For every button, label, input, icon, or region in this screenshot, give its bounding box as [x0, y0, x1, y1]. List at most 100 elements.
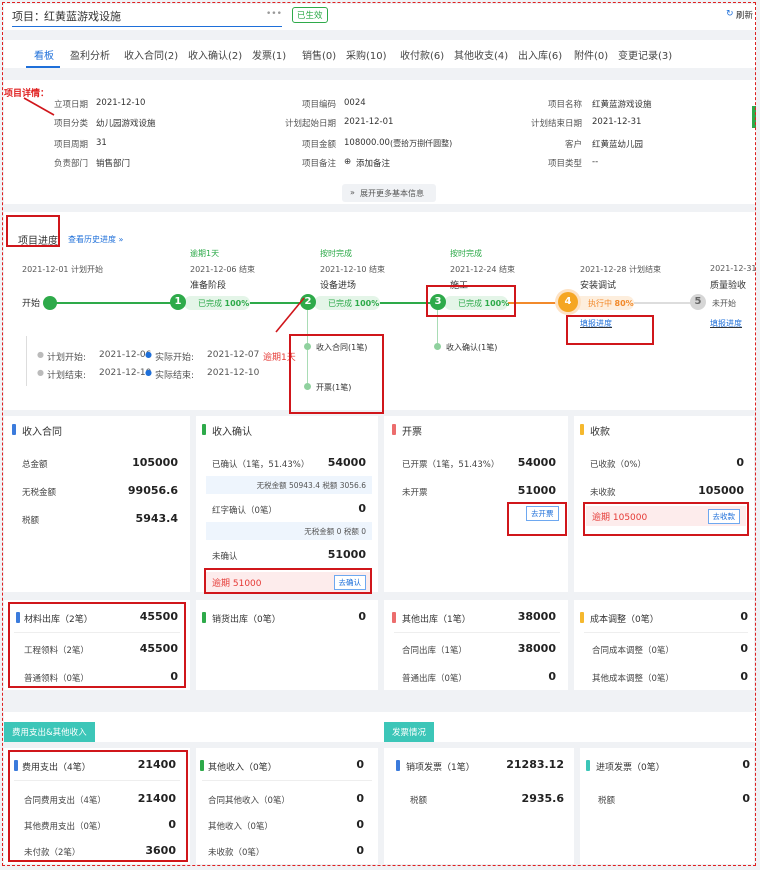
plan-start-label: 计划开始: [47, 353, 87, 363]
other-income-title: 其他收入（0笔） [208, 763, 277, 773]
tab-sales[interactable]: 销售(0) [302, 47, 336, 62]
other-out-contract-label: 合同出库（1笔） [402, 646, 467, 656]
expense-contract-label: 合同费用支出（4笔） [24, 796, 106, 806]
input-invoice-title: 进项发票（0笔） [596, 763, 665, 773]
stage2-sub1[interactable]: 收入合同(1笔) [316, 342, 367, 353]
plan-end-value: 2021-12-10 [99, 368, 152, 378]
add-remark-icon[interactable]: ⊕ [344, 157, 351, 167]
stage3-date: 2021-12-24 结束 [450, 265, 516, 274]
contract-color-bar [12, 424, 16, 435]
stage4-report-link[interactable]: 填报进度 [580, 318, 612, 329]
confirm-red-label: 红字确认（0笔） [212, 506, 277, 516]
label-setup-date: 立项日期 [53, 100, 88, 110]
stage2-sub2[interactable]: 开票(1笔) [316, 382, 351, 393]
refresh-button[interactable]: 刷新 [736, 9, 753, 21]
other-out-title: 其他出库（1笔） [402, 615, 471, 625]
confirm-done-detail: 无税金额 50943.4 税额 3056.6 [206, 476, 372, 494]
invoice-color-bar [392, 424, 396, 435]
card-receipt: 收款 已收款（0%） 0 未收款 105000 逾期 105000 去收款 [574, 416, 754, 592]
other-income-contract-value: 0 [356, 792, 364, 805]
label-department: 负责部门 [53, 159, 88, 169]
card-cost-adjust: 成本调整（0笔） 0 合同成本调整（0笔） 0 其他成本调整（0笔） 0 [574, 600, 754, 690]
go-receipt-button[interactable]: 去收款 [707, 509, 740, 524]
sales-invoice-tax-label: 税额 [410, 796, 428, 806]
receipt-done-value: 0 [736, 456, 744, 469]
value-setup-date: 2021-12-10 [96, 98, 146, 108]
expense-contract-value: 21400 [137, 792, 176, 805]
input-invoice-tax-label: 税额 [598, 796, 616, 806]
tab-attachment[interactable]: 附件(0) [574, 47, 608, 62]
plan-start-dot: ● [37, 350, 44, 359]
stage2-name: 设备进场 [320, 281, 357, 291]
add-remark-link[interactable]: 添加备注 [356, 157, 390, 169]
other-income-separator [202, 780, 372, 781]
cost-adjust-total: 0 [740, 610, 748, 623]
tab-payment[interactable]: 收付款(6) [400, 47, 444, 62]
value-category: 幼儿园游戏设施 [96, 119, 156, 129]
expand-info-label: 展开更多基本信息 [360, 189, 424, 198]
card-material-out: 材料出库（2笔） 45500 工程领料（2笔） 45500 普通领料（0笔） 0 [4, 600, 190, 690]
value-amount-words: (壹拾万捌仟圆整) [390, 139, 453, 148]
go-confirm-button[interactable]: 去确认 [333, 575, 366, 590]
expand-info-button[interactable]: » 展开更多基本信息 [342, 184, 436, 202]
sales-out-total: 0 [358, 610, 366, 623]
other-income-color-bar [200, 760, 204, 771]
tab-change-log[interactable]: 变更记录(3) [618, 47, 672, 62]
tab-profit[interactable]: 盈利分析 [70, 47, 110, 62]
tab-other-income-expense[interactable]: 其他收支(4) [454, 47, 508, 62]
tab-dashboard[interactable]: 看板 [34, 47, 54, 62]
stage3-sub1[interactable]: 收入确认(1笔) [446, 342, 497, 353]
tab-stock[interactable]: 出入库(6) [518, 47, 562, 62]
tab-contract[interactable]: 收入合同(2) [124, 47, 178, 62]
material-normal-label: 普通领料（0笔） [24, 674, 89, 684]
confirm-done-value: 54000 [327, 456, 366, 469]
more-icon[interactable]: ••• [266, 9, 282, 19]
expense-unpaid-label: 未付款（2笔） [24, 848, 81, 858]
label-amount: 项目金额 [301, 140, 336, 150]
side-scroll-marker [752, 106, 756, 128]
stage1-pill: 已完成 100% [184, 296, 250, 310]
other-income-total: 0 [356, 758, 364, 771]
value-cycle: 31 [96, 138, 107, 148]
expense-total: 21400 [137, 758, 176, 771]
tab-invoice[interactable]: 发票(1) [252, 47, 286, 62]
stage5-report-link[interactable]: 填报进度 [710, 318, 742, 329]
material-total: 45500 [139, 610, 178, 623]
other-out-contract-value: 38000 [517, 642, 556, 655]
stage1-status: 逾期1天 [190, 249, 220, 258]
tab-confirm[interactable]: 收入确认(2) [188, 47, 242, 62]
label-project-name: 项目名称 [547, 100, 582, 110]
other-out-separator [394, 632, 560, 633]
actual-start-label: 实际开始: [155, 353, 195, 363]
stage3-branch-line [437, 310, 438, 346]
value-plan-start: 2021-12-01 [344, 117, 394, 127]
material-separator [14, 632, 180, 633]
confirm-red-value: 0 [358, 502, 366, 515]
go-invoice-button[interactable]: 去开票 [526, 506, 559, 521]
tab-purchase[interactable]: 采购(10) [346, 47, 387, 62]
start-label: 开始 [22, 299, 41, 309]
expense-title: 费用支出（4笔） [22, 763, 91, 773]
material-engineering-label: 工程领料（2笔） [24, 646, 89, 656]
plan-end-dot: ● [37, 368, 44, 377]
receipt-pending-label: 未收款 [590, 488, 616, 498]
confirm-red-detail: 无税金额 0 税额 0 [206, 522, 372, 540]
receipt-done-label: 已收款（0%） [590, 460, 646, 470]
confirm-done-label: 已确认（1笔，51.43%） [212, 460, 310, 470]
expand-chevron-icon: » [350, 188, 355, 197]
value-project-code: 0024 [344, 98, 366, 108]
history-progress-link[interactable]: 查看历史进度 » [68, 234, 123, 245]
receipt-color-bar [580, 424, 584, 435]
stage5-date: 2021-12-31 [710, 264, 757, 273]
receipt-overdue: 逾期 105000 去收款 [586, 506, 746, 526]
project-name: 红黄蓝游戏设施 [44, 10, 121, 23]
receipt-title: 收款 [590, 427, 610, 438]
refresh-icon[interactable]: ↻ [726, 9, 734, 19]
cost-adjust-separator [584, 632, 748, 633]
sales-invoice-tax-value: 2935.6 [521, 792, 564, 805]
card-sales-invoice: 销项发票（1笔） 21283.12 税额 2935.6 [384, 748, 574, 864]
stage3-name: 施工 [450, 281, 469, 291]
project-details-panel: 项目详情： 立项日期 2021-12-10 项目分类 幼儿园游戏设施 项目周期 … [4, 80, 756, 204]
stage2-status: 按时完成 [320, 249, 352, 258]
cost-adjust-other-value: 0 [740, 670, 748, 683]
